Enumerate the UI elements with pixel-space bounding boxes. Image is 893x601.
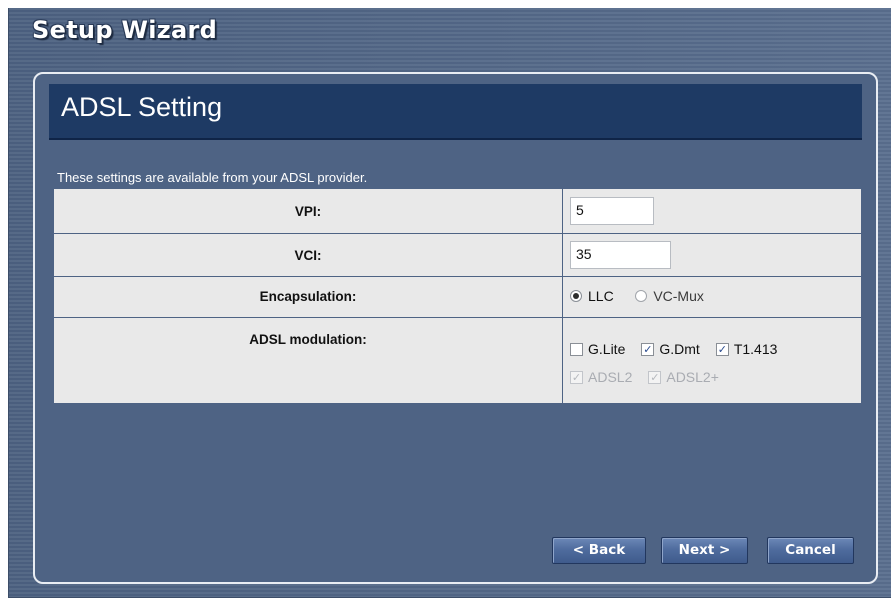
back-button[interactable]: < Back <box>552 537 646 564</box>
vpi-row: VPI: 5 <box>53 187 862 235</box>
encapsulation-option-vc-mux[interactable]: VC-Mux <box>635 288 704 304</box>
modulation-option-g-dmt[interactable]: ✓ G.Dmt <box>641 341 700 358</box>
checkbox-disabled-checked-icon: ✓ <box>648 370 662 384</box>
radio-unselected-icon[interactable] <box>635 290 648 303</box>
settings-panel: ADSL Setting These settings are availabl… <box>33 72 878 584</box>
cancel-button[interactable]: Cancel <box>767 537 854 564</box>
vci-label: VCI: <box>53 233 563 278</box>
panel-header: ADSL Setting <box>49 84 862 140</box>
modulation-label: ADSL modulation: <box>53 316 563 405</box>
encapsulation-llc-label: LLC <box>588 288 614 305</box>
modulation-cell: G.Lite ✓ G.Dmt ✓ T1.413 ✓ ADSL2 ✓ ADSL2+ <box>562 316 862 405</box>
intro-text: These settings are available from your A… <box>57 170 368 185</box>
settings-table: VPI: 5 VCI: 35 Encapsulation: LLC VC-Mux <box>53 187 862 405</box>
page-title: ADSL Setting <box>61 92 223 122</box>
modulation-options-row-1: G.Lite ✓ G.Dmt ✓ T1.413 <box>570 341 861 357</box>
modulation-g-dmt-label: G.Dmt <box>659 341 700 358</box>
modulation-options-row-2: ✓ ADSL2 ✓ ADSL2+ <box>570 369 861 385</box>
vci-row: VCI: 35 <box>53 233 862 278</box>
checkbox-unchecked-icon[interactable] <box>570 342 583 356</box>
vpi-cell: 5 <box>562 187 862 235</box>
vci-input[interactable]: 35 <box>570 241 671 270</box>
vci-cell: 35 <box>562 233 862 278</box>
modulation-option-adsl2: ✓ ADSL2 <box>570 369 632 385</box>
modulation-g-lite-label: G.Lite <box>588 341 626 358</box>
checkbox-checked-icon[interactable]: ✓ <box>641 342 655 356</box>
encapsulation-option-llc[interactable]: LLC <box>570 288 614 304</box>
vpi-input[interactable]: 5 <box>570 197 654 226</box>
encapsulation-vc-mux-label: VC-Mux <box>653 288 704 305</box>
radio-selected-icon[interactable] <box>570 290 582 303</box>
wizard-title: Setup Wizard <box>32 16 218 44</box>
modulation-option-t1-413[interactable]: ✓ T1.413 <box>715 341 778 358</box>
checkbox-checked-icon[interactable]: ✓ <box>715 342 729 356</box>
modulation-row: ADSL modulation: G.Lite ✓ G.Dmt ✓ T1.413 <box>53 316 862 405</box>
modulation-adsl2-label: ADSL2 <box>588 369 633 386</box>
next-button[interactable]: Next > <box>661 537 748 564</box>
modulation-t1-413-label: T1.413 <box>733 341 778 358</box>
encapsulation-cell: LLC VC-Mux <box>562 276 862 318</box>
encapsulation-row: Encapsulation: LLC VC-Mux <box>53 276 862 318</box>
vpi-label: VPI: <box>53 187 563 235</box>
encapsulation-label: Encapsulation: <box>53 276 563 318</box>
modulation-adsl2-plus-label: ADSL2+ <box>666 369 719 386</box>
checkbox-disabled-checked-icon: ✓ <box>570 370 583 384</box>
modulation-option-adsl2-plus: ✓ ADSL2+ <box>648 369 719 385</box>
modulation-option-g-lite[interactable]: G.Lite <box>570 341 625 357</box>
